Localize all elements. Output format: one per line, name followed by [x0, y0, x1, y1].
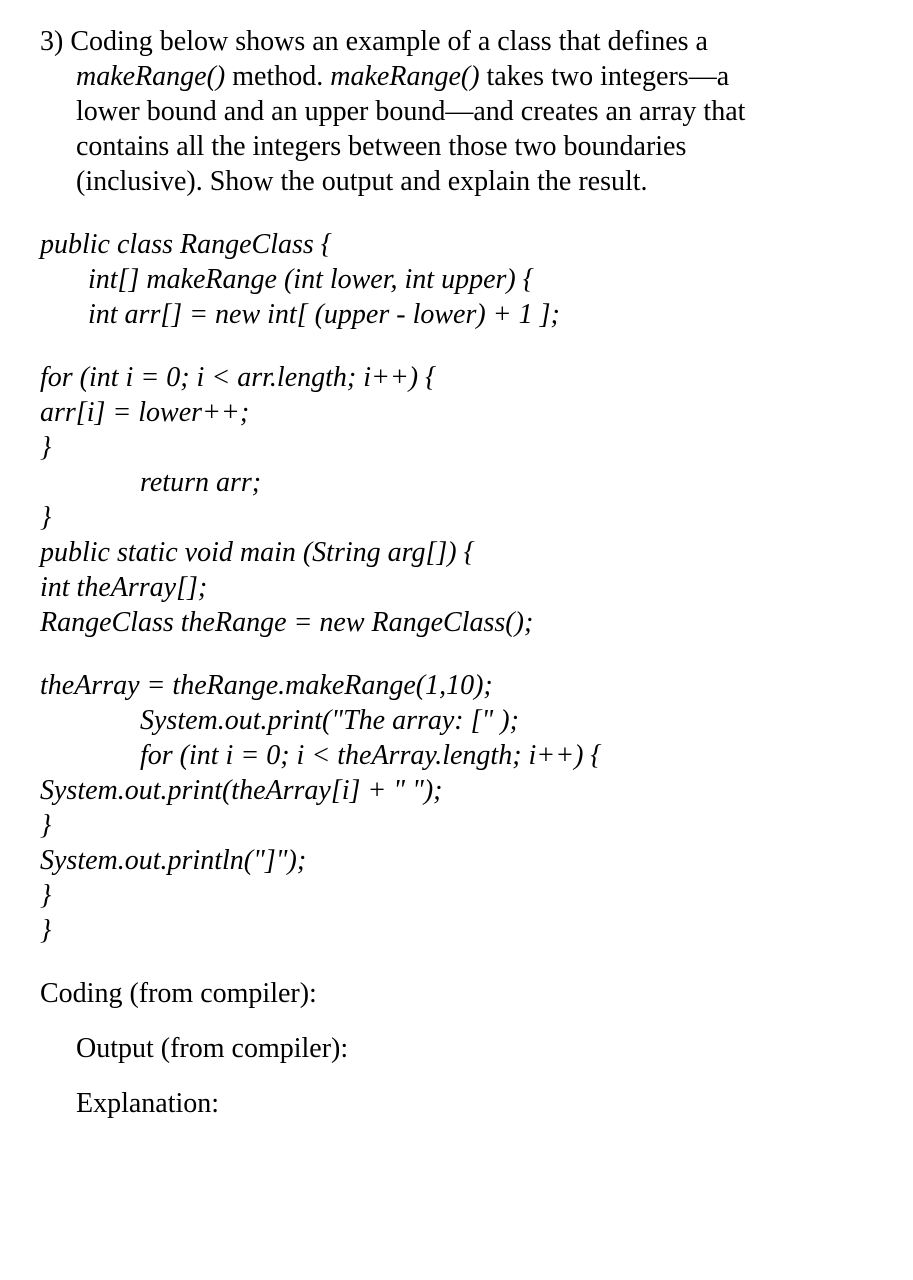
code-block-1: public class RangeClass { int[] makeRang…: [40, 227, 913, 332]
code-l15: System.out.print(theArray[i] + " ");: [40, 773, 913, 808]
code-l11: RangeClass theRange = new RangeClass();: [40, 605, 913, 640]
code-l17: System.out.println("]");: [40, 843, 913, 878]
code-l13: System.out.print("The array: [" );: [40, 703, 913, 738]
question-body: makeRange() method. makeRange() takes tw…: [40, 59, 913, 199]
question-block: 3) Coding below shows an example of a cl…: [40, 24, 913, 199]
code-l1: public class RangeClass {: [40, 227, 913, 262]
question-line2-post: takes two integers—a: [480, 61, 730, 92]
code-l8: }: [40, 500, 913, 535]
code-l4: for (int i = 0; i < arr.length; i++) {: [40, 360, 913, 395]
question-first-line: 3) Coding below shows an example of a cl…: [40, 24, 913, 59]
explanation-label: Explanation:: [40, 1086, 913, 1121]
makerange-ital-1: makeRange(): [76, 61, 225, 92]
question-number: 3): [40, 26, 63, 57]
question-line5: (inclusive). Show the output and explain…: [76, 164, 913, 199]
code-l9: public static void main (String arg[]) {: [40, 535, 913, 570]
code-l18: }: [40, 878, 913, 913]
question-line1: Coding below shows an example of a class…: [70, 26, 708, 57]
output-label: Output (from compiler):: [40, 1031, 913, 1066]
code-l10: int theArray[];: [40, 570, 913, 605]
code-l3: int arr[] = new int[ (upper - lower) + 1…: [40, 297, 913, 332]
question-line2-mid: method.: [225, 61, 330, 92]
code-l6: }: [40, 430, 913, 465]
question-line3: lower bound and an upper bound—and creat…: [76, 94, 913, 129]
question-line2: makeRange() method. makeRange() takes tw…: [76, 59, 913, 94]
code-l19: }: [40, 913, 913, 948]
code-l7: return arr;: [40, 465, 913, 500]
code-l2: int[] makeRange (int lower, int upper) {: [40, 262, 913, 297]
question-line4: contains all the integers between those …: [76, 129, 913, 164]
makerange-ital-2: makeRange(): [330, 61, 479, 92]
code-l12: theArray = theRange.makeRange(1,10);: [40, 668, 913, 703]
code-l14: for (int i = 0; i < theArray.length; i++…: [40, 738, 913, 773]
code-block-3: theArray = theRange.makeRange(1,10); Sys…: [40, 668, 913, 948]
code-l16: }: [40, 808, 913, 843]
code-l5: arr[i] = lower++;: [40, 395, 913, 430]
coding-label: Coding (from compiler):: [40, 976, 913, 1011]
code-block-2: for (int i = 0; i < arr.length; i++) { a…: [40, 360, 913, 640]
